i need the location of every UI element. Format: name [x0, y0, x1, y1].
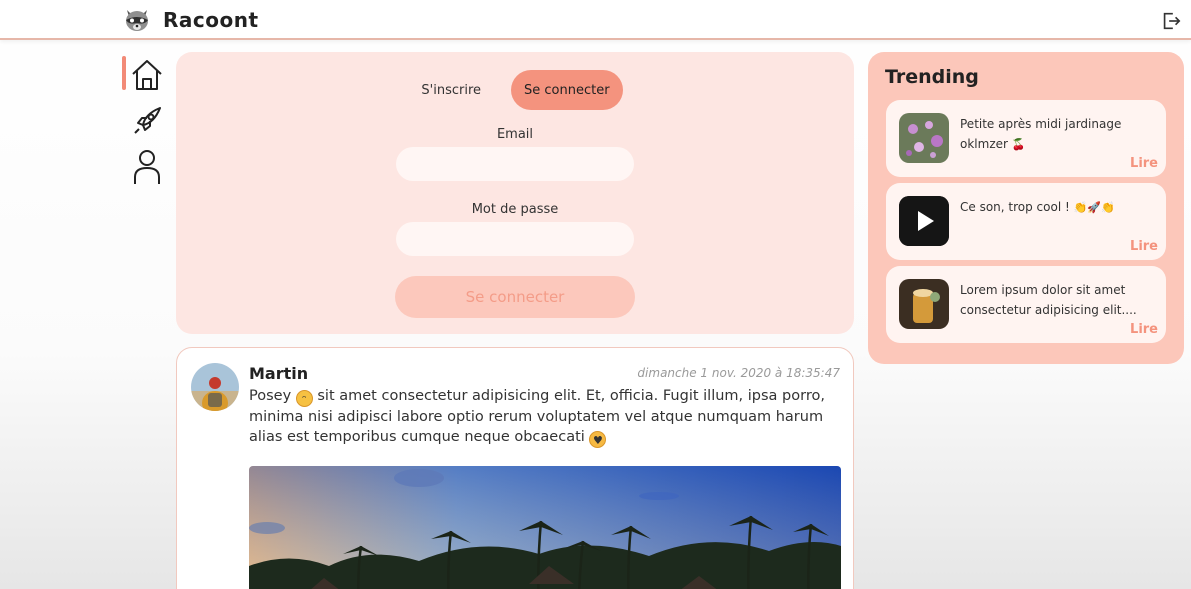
- logo[interactable]: Racoont: [123, 6, 259, 34]
- post-text-part1: Posey: [249, 388, 292, 404]
- trending-item[interactable]: Ce son, trop cool ! 👏🚀👏 Lire: [886, 183, 1166, 260]
- trending-item[interactable]: Petite après midi jardinage oklmzer 🍒 Li…: [886, 100, 1166, 177]
- grinning-emoji-icon: ᵔ: [295, 390, 313, 407]
- auth-tabs: S'inscrire Se connecter: [176, 70, 854, 110]
- heart-eyes-emoji-icon: ♥: [589, 431, 607, 448]
- drink-thumbnail: [899, 279, 949, 329]
- logout-icon[interactable]: [1160, 10, 1182, 32]
- nav-item-profile[interactable]: [122, 144, 172, 190]
- post-text: Posey ᵔ sit amet consectetur adipisicing…: [249, 386, 841, 448]
- post-card: Martin dimanche 1 nov. 2020 à 18:35:47 P…: [176, 347, 854, 589]
- post-image[interactable]: [249, 466, 841, 589]
- read-link[interactable]: Lire: [1130, 322, 1158, 337]
- tab-signup[interactable]: S'inscrire: [407, 70, 495, 110]
- flowers-thumbnail: [899, 113, 949, 163]
- rocket-icon: [134, 107, 161, 134]
- cherries-emoji-icon: 🍒: [1011, 138, 1026, 151]
- raccoon-logo-icon: [126, 10, 148, 31]
- post-text-part2: sit amet consectetur adipisicing elit. E…: [249, 388, 825, 445]
- post-date: dimanche 1 nov. 2020 à 18:35:47: [637, 366, 840, 380]
- read-link[interactable]: Lire: [1130, 156, 1158, 171]
- email-field[interactable]: [396, 147, 634, 181]
- video-thumbnail: [899, 196, 949, 246]
- email-label: Email: [496, 127, 534, 142]
- tab-login[interactable]: Se connecter: [511, 70, 623, 110]
- video-play-icon: [899, 196, 949, 246]
- trending-item-text: Petite après midi jardinage oklmzer 🍒: [960, 117, 1122, 151]
- login-card: S'inscrire Se connecter Email Mot de pas…: [176, 52, 854, 334]
- trending-title: Trending: [885, 66, 979, 88]
- clap-rocket-emoji-icon: 👏🚀👏: [1073, 201, 1115, 214]
- post-author[interactable]: Martin: [249, 364, 308, 383]
- read-link[interactable]: Lire: [1130, 239, 1158, 254]
- nav-item-trending[interactable]: [122, 98, 172, 144]
- password-label: Mot de passe: [471, 202, 559, 217]
- home-icon: [132, 60, 162, 90]
- sidebar-nav: [122, 52, 172, 190]
- active-indicator: [122, 56, 126, 90]
- nav-item-home[interactable]: [122, 52, 172, 98]
- app-title: Racoont: [163, 8, 259, 32]
- avatar[interactable]: [191, 363, 239, 411]
- trending-panel: Trending Petite après midi jardinage okl…: [868, 52, 1184, 364]
- login-submit-button[interactable]: Se connecter: [395, 276, 635, 318]
- trending-item-text: Ce son, trop cool ! 👏🚀👏: [960, 200, 1115, 214]
- user-icon: [134, 150, 160, 184]
- password-field[interactable]: [396, 222, 634, 256]
- trending-item-text: Lorem ipsum dolor sit amet consectetur a…: [960, 283, 1137, 317]
- trending-item[interactable]: Lorem ipsum dolor sit amet consectetur a…: [886, 266, 1166, 343]
- top-bar: Racoont: [0, 0, 1191, 40]
